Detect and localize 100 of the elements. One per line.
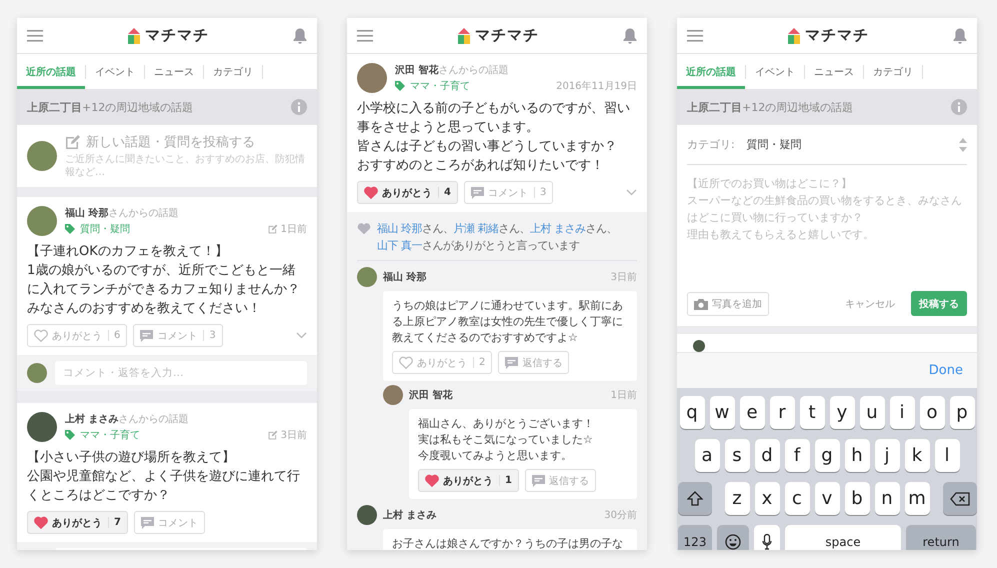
tab[interactable]: カテゴリ	[864, 54, 922, 89]
post-byline: 上村 まさみさんからの話題	[65, 412, 190, 426]
logo-text: マチマチ	[475, 26, 539, 45]
info-icon[interactable]	[291, 99, 307, 115]
post-byline: 沢田 智花さんからの話題	[395, 64, 510, 77]
tab[interactable]: イベント	[86, 54, 144, 89]
smiley-icon	[725, 534, 741, 550]
post-text: おすすめのところがあれば知りたいです！	[357, 157, 605, 175]
numbers-key[interactable]: 123	[678, 525, 712, 550]
backspace-icon	[950, 492, 970, 506]
menu-icon[interactable]	[687, 30, 703, 42]
menu-icon[interactable]	[27, 30, 43, 42]
avatar	[27, 363, 47, 383]
tab[interactable]: ニュース	[145, 54, 203, 89]
info-icon[interactable]	[951, 99, 967, 115]
letter-key[interactable]: o	[920, 396, 944, 429]
avatar	[693, 340, 705, 352]
edit-icon	[65, 134, 81, 150]
tag-icon	[395, 81, 405, 91]
avatar	[383, 385, 403, 405]
letter-key[interactable]: s	[724, 439, 750, 472]
shift-key[interactable]	[678, 482, 712, 515]
thanks-button[interactable]: ありがとう 7	[27, 511, 128, 534]
new-post-hint: ご近所さんに聞きたいこと、おすすめのお店、防犯情報など…	[65, 153, 306, 179]
avatar	[357, 267, 377, 287]
avatar	[27, 412, 57, 442]
tab[interactable]: イベント	[746, 54, 804, 89]
comment-icon	[140, 330, 154, 342]
comment-icon	[140, 516, 154, 528]
letter-key[interactable]: z	[724, 482, 750, 515]
comment-time: 30分前	[604, 509, 637, 522]
letter-key[interactable]: b	[844, 482, 870, 515]
letter-key[interactable]: k	[904, 439, 930, 472]
letter-key[interactable]: h	[844, 439, 870, 472]
post-text: 1歳の娘がいるのですが、近所でこどもと一緒に入れてランチができるカフェ知りませんか？	[27, 262, 301, 299]
letter-key[interactable]: f	[784, 439, 810, 472]
thanks-button[interactable]: ありがとう 4	[357, 181, 458, 204]
logo-icon	[457, 28, 471, 44]
tab[interactable]: カテゴリ	[204, 54, 262, 89]
logo-text: マチマチ	[805, 26, 869, 45]
post-text: 【小さい子供の遊び場所を教えて】	[27, 449, 236, 467]
thanks-button[interactable]: ありがとう 1	[418, 469, 519, 492]
letter-key[interactable]: y	[830, 396, 854, 429]
letter-key[interactable]: j	[874, 439, 900, 472]
placeholder-text: スーパーなどの生鮮食品の買い物をするとき、みなさんはどこに買い物に行っていますか？	[687, 193, 963, 226]
avatar	[357, 505, 377, 525]
avatar	[357, 63, 387, 93]
delete-key[interactable]	[942, 482, 976, 515]
letter-key[interactable]: l	[934, 439, 960, 472]
bell-icon[interactable]	[293, 28, 307, 44]
letter-key[interactable]: w	[710, 396, 734, 429]
letter-key[interactable]: v	[814, 482, 840, 515]
letter-key[interactable]: a	[694, 439, 720, 472]
emoji-key[interactable]	[717, 525, 749, 550]
shift-icon	[686, 491, 702, 506]
letter-key[interactable]: i	[890, 396, 914, 429]
category-select[interactable]: カテゴリ: 質問・疑問	[687, 137, 967, 165]
bell-icon[interactable]	[623, 28, 637, 44]
comment-author: 上村 まさみ	[383, 508, 436, 522]
avatar	[27, 206, 57, 236]
post-byline: 福山 玲那さんからの話題	[65, 206, 180, 220]
space-key[interactable]: space	[785, 525, 901, 550]
comment-icon	[470, 186, 484, 198]
letter-key[interactable]: n	[874, 482, 900, 515]
letter-key[interactable]: p	[950, 396, 974, 429]
chevron-down-icon[interactable]	[626, 189, 637, 196]
return-key[interactable]: return	[906, 525, 976, 550]
tab[interactable]: ニュース	[805, 54, 863, 89]
new-post-prompt: 新しい話題・質問を投稿する	[86, 134, 255, 151]
area-title: 上原二丁目+12の周辺地域の話題	[27, 100, 194, 114]
logo-icon	[787, 28, 801, 44]
bell-icon[interactable]	[953, 28, 967, 44]
letter-key[interactable]: x	[754, 482, 780, 515]
letter-key[interactable]: t	[800, 396, 824, 429]
avatar	[27, 141, 57, 171]
letter-key[interactable]: d	[754, 439, 780, 472]
comment-icon	[532, 474, 545, 486]
post-time: 3日前	[280, 429, 307, 442]
comment-icon	[505, 356, 518, 368]
up-down-icon[interactable]	[959, 138, 967, 152]
post-text: みなさんのおすすめを教えてください！	[27, 300, 262, 318]
thanks-text: 福山 玲那さん、片瀬 莉緒さん、上村 まさみさん、 山下 真一さんがありがとうと言っています	[377, 221, 618, 254]
post-text: 小学校に入る前の子どもがいるのですが、習い事をさせようと思っています。	[357, 100, 631, 137]
letter-key[interactable]: u	[860, 396, 884, 429]
comment-author: 沢田 智花	[409, 388, 452, 402]
letter-key[interactable]: e	[740, 396, 764, 429]
letter-key[interactable]: q	[680, 396, 704, 429]
letter-key[interactable]: m	[904, 482, 930, 515]
comment-input[interactable]: コメント・返答を入力…	[55, 361, 307, 385]
comment-text: 今度覗いてみようと思います。	[418, 448, 573, 464]
microphone-key[interactable]	[754, 525, 780, 550]
letter-key[interactable]: g	[814, 439, 840, 472]
microphone-icon	[762, 534, 772, 550]
chevron-down-icon[interactable]	[296, 332, 307, 339]
comment-text: 福山さん、ありがとうございます！	[418, 416, 595, 432]
letter-key[interactable]: r	[770, 396, 794, 429]
letter-key[interactable]: c	[784, 482, 810, 515]
post-time: 1日前	[280, 223, 307, 236]
tag-icon	[65, 430, 75, 440]
menu-icon[interactable]	[357, 30, 373, 42]
